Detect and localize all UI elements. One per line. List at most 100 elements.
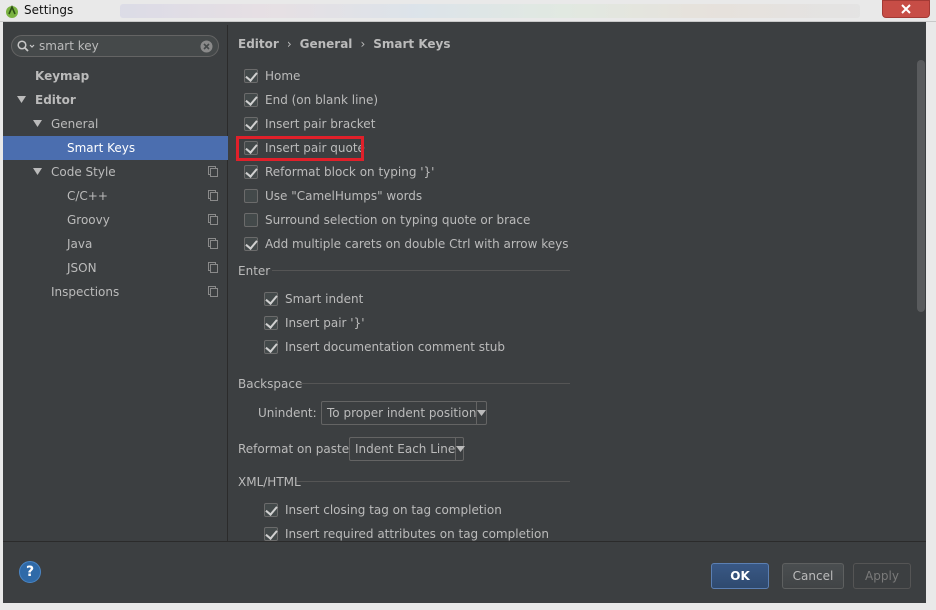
checkbox[interactable] — [264, 503, 278, 517]
sidebar-item-label: Java — [67, 237, 93, 251]
breadcrumb: Editor › General › Smart Keys — [238, 37, 451, 51]
window-frame-bottom — [0, 603, 936, 610]
sidebar-item-label: Smart Keys — [67, 141, 136, 155]
sidebar-item-label: JSON — [67, 261, 97, 275]
sidebar-item-editor[interactable]: Editor — [3, 88, 228, 112]
title-bar: Settings — [0, 0, 936, 22]
project-settings-icon — [208, 286, 218, 297]
checkbox[interactable] — [244, 165, 258, 179]
option-label: Insert documentation comment stub — [285, 340, 505, 354]
project-settings-icon — [208, 190, 218, 201]
background-taskbar-blur — [120, 4, 860, 18]
sidebar-item-label: Keymap — [35, 69, 90, 83]
expand-arrow-icon[interactable] — [17, 96, 26, 104]
option-label: Insert closing tag on tag completion — [285, 503, 502, 517]
option-label: Insert pair '}' — [285, 316, 365, 330]
section-divider — [298, 383, 570, 384]
sidebar-item-general[interactable]: General — [3, 112, 228, 136]
unindent-select[interactable]: To proper indent position — [321, 401, 487, 425]
option-label: Smart indent — [285, 292, 364, 306]
dropdown-arrow[interactable] — [455, 438, 466, 460]
section-title-enter: Enter — [238, 264, 271, 278]
sidebar-item-groovy[interactable]: Groovy — [3, 208, 228, 232]
sidebar-item-java[interactable]: Java — [3, 232, 228, 256]
sidebar-item-label: Code Style — [51, 165, 116, 179]
option-label: Add multiple carets on double Ctrl with … — [265, 237, 569, 251]
sidebar-item-smart-keys[interactable]: Smart Keys — [3, 136, 228, 160]
checkbox[interactable] — [264, 316, 278, 330]
option-label: Surround selection on typing quote or br… — [265, 213, 531, 227]
checkbox[interactable] — [244, 93, 258, 107]
project-settings-icon — [208, 214, 218, 225]
sidebar-item-label: Groovy — [67, 213, 110, 227]
sidebar-item-label: Inspections — [51, 285, 120, 299]
chevron-down-icon — [477, 410, 487, 416]
search-icon[interactable] — [17, 40, 35, 53]
section-divider — [297, 481, 570, 482]
window-close-button[interactable] — [882, 0, 930, 18]
window-frame-right — [926, 22, 936, 610]
sidebar-item-label: Editor — [35, 93, 76, 107]
checkbox[interactable] — [244, 117, 258, 131]
expand-arrow-icon[interactable] — [33, 120, 42, 128]
option-end-blank-line[interactable]: End (on blank line) — [244, 90, 378, 110]
select-value: To proper indent position — [327, 406, 477, 420]
sidebar-item-label: General — [51, 117, 99, 131]
option-label: End (on blank line) — [265, 93, 379, 107]
checkbox[interactable] — [244, 237, 258, 251]
breadcrumb-item: General — [299, 37, 353, 51]
sidebar-item-code-style[interactable]: Code Style — [3, 160, 228, 184]
help-button[interactable]: ? — [19, 561, 41, 583]
option-reformat-block[interactable]: Reformat block on typing '}' — [244, 162, 434, 182]
option-insert-pair-brace[interactable]: Insert pair '}' — [264, 313, 365, 333]
close-icon — [901, 4, 911, 14]
checkbox[interactable] — [244, 213, 258, 227]
apply-button[interactable]: Apply — [853, 563, 911, 589]
sidebar-item-json[interactable]: JSON — [3, 256, 228, 280]
project-settings-icon — [208, 238, 218, 249]
option-insert-closing-tag[interactable]: Insert closing tag on tag completion — [264, 500, 502, 520]
option-multiple-carets[interactable]: Add multiple carets on double Ctrl with … — [244, 234, 569, 254]
dialog-button-bar: ? OK Cancel Apply — [3, 541, 926, 603]
project-settings-icon — [208, 166, 218, 177]
checkbox[interactable] — [264, 527, 278, 541]
option-label: Use "CamelHumps" words — [265, 189, 423, 203]
option-smart-indent[interactable]: Smart indent — [264, 289, 363, 309]
sidebar-item-cpp[interactable]: C/C++ — [3, 184, 228, 208]
checkbox[interactable] — [244, 69, 258, 83]
section-divider — [272, 270, 570, 271]
option-home[interactable]: Home — [244, 66, 300, 86]
sidebar-item-keymap[interactable]: Keymap — [3, 64, 228, 88]
option-doc-comment-stub[interactable]: Insert documentation comment stub — [264, 337, 505, 357]
checkbox[interactable] — [244, 189, 258, 203]
unindent-label: Unindent: — [258, 406, 317, 420]
option-insert-pair-bracket[interactable]: Insert pair bracket — [244, 114, 375, 134]
option-label: Insert pair bracket — [265, 117, 376, 131]
section-title-backspace: Backspace — [238, 377, 303, 391]
breadcrumb-separator: › — [286, 37, 292, 51]
option-surround-selection[interactable]: Surround selection on typing quote or br… — [244, 210, 530, 230]
breadcrumb-separator: › — [360, 37, 366, 51]
vertical-scrollbar[interactable] — [917, 60, 925, 312]
search-box[interactable] — [11, 35, 219, 57]
chevron-down-icon — [456, 446, 466, 452]
clear-search-icon[interactable] — [200, 40, 213, 53]
ok-button[interactable]: OK — [711, 563, 769, 589]
project-settings-icon — [208, 262, 218, 273]
breadcrumb-item: Editor — [238, 37, 279, 51]
option-camelhumps[interactable]: Use "CamelHumps" words — [244, 186, 422, 206]
highlight-annotation-box — [236, 136, 364, 161]
select-value: Indent Each Line — [355, 442, 456, 456]
breadcrumb-item: Smart Keys — [373, 37, 451, 51]
reformat-on-paste-select[interactable]: Indent Each Line — [349, 437, 466, 461]
reformat-on-paste-label: Reformat on paste: — [238, 442, 354, 456]
checkbox[interactable] — [264, 292, 278, 306]
search-input[interactable] — [39, 38, 199, 54]
section-title-xml-html: XML/HTML — [238, 475, 301, 489]
cancel-button[interactable]: Cancel — [782, 563, 844, 589]
option-label: Home — [265, 69, 301, 83]
checkbox[interactable] — [264, 340, 278, 354]
sidebar-item-inspections[interactable]: Inspections — [3, 280, 228, 304]
expand-arrow-icon[interactable] — [33, 168, 42, 176]
dropdown-arrow[interactable] — [476, 402, 487, 424]
